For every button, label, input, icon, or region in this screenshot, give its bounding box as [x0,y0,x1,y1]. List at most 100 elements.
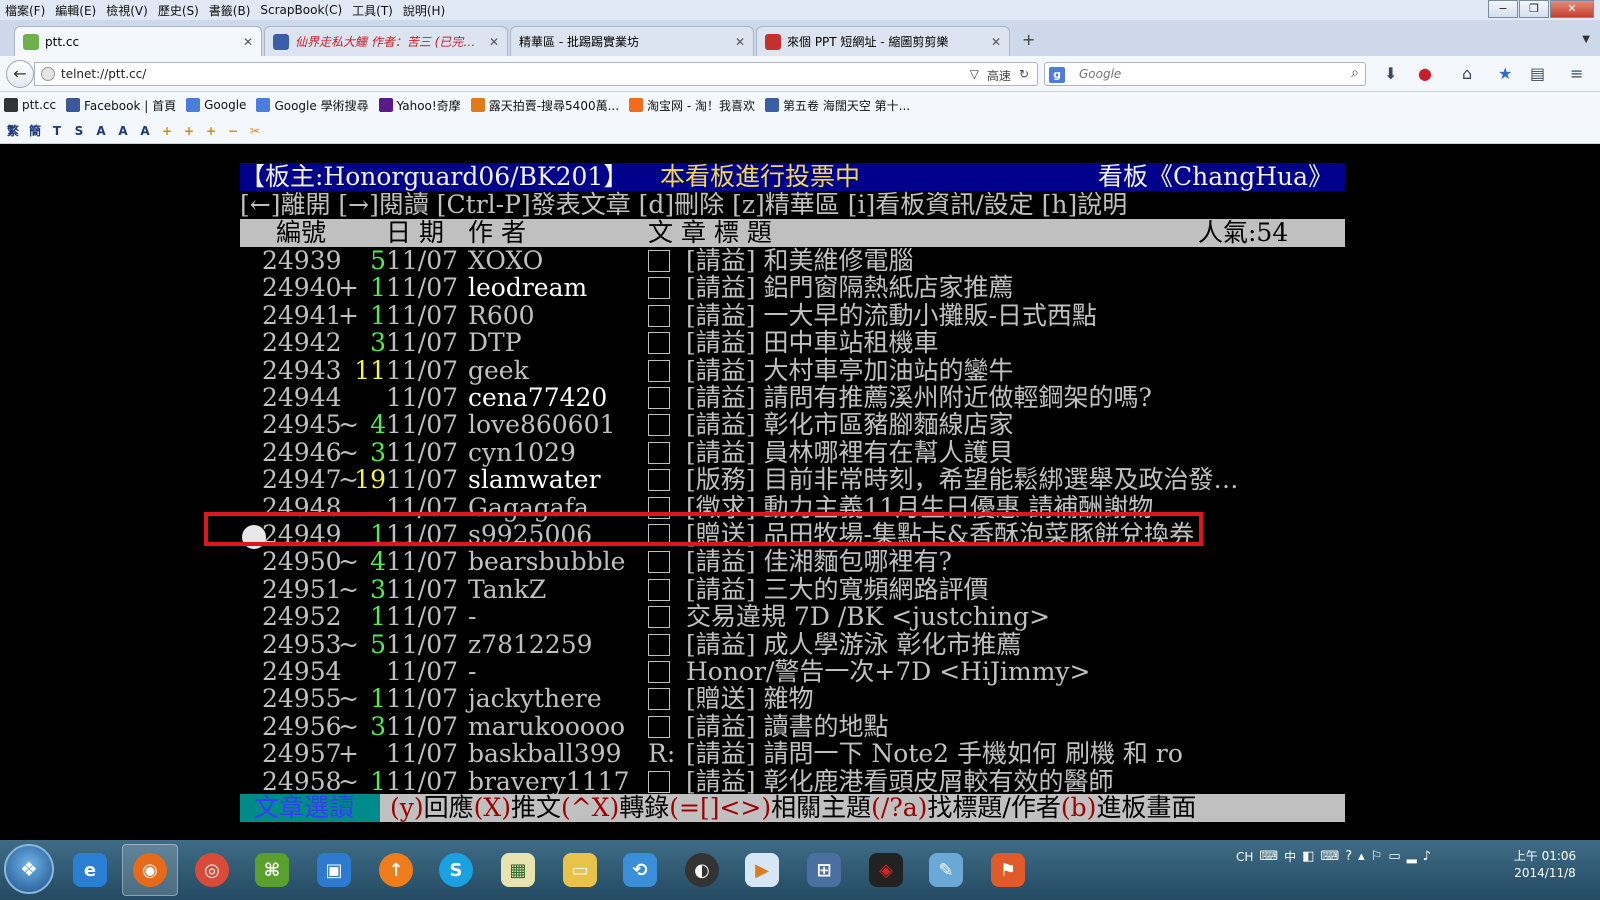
volume-icon[interactable]: ♪ [1423,849,1431,864]
start-button[interactable]: ❖ [4,844,54,894]
minimize-button[interactable]: − [1488,0,1518,18]
back-button[interactable]: ← [6,60,34,88]
post-row[interactable]: 24940 +1 11/07 leodream [請益] 鋁門窗隔熱紙店家推薦 [240,274,1345,302]
bookmark-google[interactable]: Google [186,98,246,112]
post-row[interactable]: 24944 11/07 cena77420 [請益] 請問有推薦溪州附近做輕鋼架的嗎? [240,384,1345,412]
bookmark-facebook[interactable]: Facebook | 首頁 [66,97,176,114]
power-icon[interactable]: ▭ [1388,849,1400,864]
taskbar-chrome[interactable]: ◎ [184,844,240,896]
maximize-button[interactable]: ❐ [1519,0,1549,18]
ime-icon[interactable]: ⌨ [1259,849,1278,864]
tab-ptt-archive[interactable]: 精華區 - 批踢踢實業坊 ✕ [510,26,754,56]
bookmark-star-icon[interactable]: ★ [1498,64,1512,83]
simplified-chinese-button[interactable]: 簡 [26,122,44,140]
font-size-a-button[interactable]: A [136,122,154,140]
search-input[interactable] [1079,66,1329,82]
taskbar-ie[interactable]: e [62,844,118,896]
taskbar-app-green[interactable]: ⌘ [244,844,300,896]
taskbar-app-red[interactable]: ◈ [858,844,914,896]
zoom-plus-button[interactable]: + [158,122,176,140]
taskbar-skype[interactable]: S [428,844,484,896]
tab-novel[interactable]: 仙界走私大鱷 作者：苦三 (已完成)... ✕ [264,26,508,56]
action-center-flag-icon[interactable]: ⚐ [1371,849,1383,864]
zoom-plus-button[interactable]: + [180,122,198,140]
search-icon[interactable]: ⌕ [1351,65,1359,81]
menu-history[interactable]: 歷史(S) [153,2,204,19]
zoom-plus-button[interactable]: + [202,122,220,140]
taskbar-firefox[interactable]: ◉ [122,844,178,896]
post-row[interactable]: 24939 5 11/07 XOXO [請益] 和美維修電腦 [240,247,1345,275]
post-row[interactable]: 24947 ~19 11/07 slamwater [版務] 目前非常時刻，希望能鬆綁選… [240,466,1345,494]
download-icon[interactable]: ⬇ [1384,64,1397,83]
menu-help[interactable]: 說明(H) [398,2,450,19]
traditional-chinese-button[interactable]: 繁 [4,122,22,140]
site-identity-icon[interactable] [41,67,55,81]
taskbar-spreadsheet[interactable]: ▦ [490,844,546,896]
close-tab-icon[interactable]: ✕ [991,35,1001,49]
post-row[interactable]: 24955 ~1 11/07 jackythere [贈送] 雜物 [240,685,1345,713]
post-row[interactable]: 24956 ~3 11/07 marukooooo [請益] 讀書的地點 [240,713,1345,741]
post-row[interactable]: 24951 ~3 11/07 TankZ [請益] 三大的寬頻網路評價 [240,576,1345,604]
help-icon[interactable]: ? [1345,849,1352,864]
taskbar-app-blue[interactable]: ▣ [306,844,362,896]
close-tab-icon[interactable]: ✕ [735,35,745,49]
cut-icon[interactable]: ✂ [246,122,264,140]
post-row[interactable]: 24943 11 11/07 geek [請益] 大村車亭加油站的鑾牛 [240,357,1345,385]
toolbar-t-button[interactable]: T [48,122,66,140]
menu-view[interactable]: 檢視(V) [101,2,153,19]
adblock-icon[interactable]: ● [1418,64,1432,83]
taskbar-game[interactable]: ◐ [674,844,730,896]
close-tab-icon[interactable]: ✕ [489,35,499,49]
taskbar-explorer[interactable]: ▭ [552,844,608,896]
bookmark-ruten[interactable]: 露天拍賣-搜尋5400萬... [470,97,619,114]
menu-scrapbook[interactable]: ScrapBook(C) [255,3,347,17]
post-row[interactable]: 24945 ~4 11/07 love860601 [請益] 彰化市區豬腳麵線店家 [240,411,1345,439]
home-icon[interactable]: ⌂ [1462,64,1472,83]
bookmark-ptt[interactable]: ptt.cc [4,98,56,112]
tab-short-url[interactable]: 來個 PPT 短網址 - 縮圖剪剪樂 ✕ [756,26,1010,56]
input-option-icon[interactable]: ◧ [1302,849,1314,864]
keyboard-icon[interactable]: ⌨ [1320,849,1339,864]
close-window-button[interactable]: ✕ [1550,0,1594,18]
bookmarks-menu-icon[interactable]: ▤ [1530,64,1545,83]
menu-file[interactable]: 檔案(F) [0,2,50,19]
network-signal-icon[interactable]: ▂ [1407,849,1417,864]
post-row[interactable]: 24952 1 11/07- 交易違規 7D /BK <justching> [240,603,1345,631]
zoom-minus-button[interactable]: − [224,122,242,140]
bookmark-yahoo[interactable]: Yahoo!奇摩 [378,97,461,114]
ime-mode[interactable]: 中 [1284,848,1296,865]
menu-bookmarks[interactable]: 書籤(B) [204,2,256,19]
search-box[interactable]: g ⌕ [1044,62,1366,86]
post-row[interactable]: 24946 ~3 11/07 cyn1029 [請益] 員林哪裡有在幫人護貝 [240,439,1345,467]
font-size-a-button[interactable]: A [92,122,110,140]
tab-ptt[interactable]: ptt.cc ✕ [14,26,262,56]
taskbar-remote[interactable]: ⊞ [796,844,852,896]
post-row[interactable]: 24958 ~1 11/07 bravery1117 [請益] 彰化鹿港看頭皮屑較有效的… [240,768,1345,796]
post-row[interactable]: 24953 ~5 11/07 z7812259 [請益] 成人學游泳 彰化市推薦 [240,631,1345,659]
taskbar-app-flag[interactable]: ⚑ [980,844,1036,896]
menu-tools[interactable]: 工具(T) [347,2,398,19]
hamburger-menu-icon[interactable]: ≡ [1570,64,1583,83]
close-tab-icon[interactable]: ✕ [243,35,253,49]
bookmark-taobao[interactable]: 淘宝网 - 淘！我喜欢 [629,97,755,114]
tray-expand-icon[interactable]: ▴ [1358,849,1365,864]
google-search-engine-icon[interactable]: g [1049,67,1065,83]
telnet-terminal[interactable]: 【板主:Honorguard06/BK201】 本看板進行投票中 看板《Chan… [0,144,1600,840]
post-row[interactable]: 24957 +11/07 baskball399 R: [請益] 請問一下 Note2 … [240,740,1345,768]
font-size-a-button[interactable]: A [114,122,132,140]
taskbar-media[interactable]: ▶ [734,844,790,896]
bookmark-novel[interactable]: 第五卷 海闊天空 第十... [765,97,910,114]
new-tab-button[interactable]: + [1022,30,1035,49]
taskbar-share[interactable]: ⟲ [612,844,668,896]
post-row[interactable]: 24942 3 11/07 DTP [請益] 田中車站租機車 [240,329,1345,357]
language-indicator[interactable]: CH [1236,850,1253,864]
post-row[interactable]: 24954 11/07- Honor/警告一次+7D <HiJimmy> [240,658,1345,686]
post-row[interactable]: 24941 +1 11/07 R600 [請益] 一大早的流動小攤販-日式西點 [240,302,1345,330]
tab-list-icon[interactable]: ▼ [1582,34,1590,45]
system-clock[interactable]: 上午 01:06 2014/11/8 [1500,848,1590,882]
taskbar-paint[interactable]: ✎ [918,844,974,896]
reload-icon[interactable]: ↻ [1019,67,1029,84]
bookmark-google-scholar[interactable]: Google 學術搜尋 [256,97,369,114]
toolbar-s-button[interactable]: S [70,122,88,140]
taskbar-app-orange[interactable]: ↑ [368,844,424,896]
